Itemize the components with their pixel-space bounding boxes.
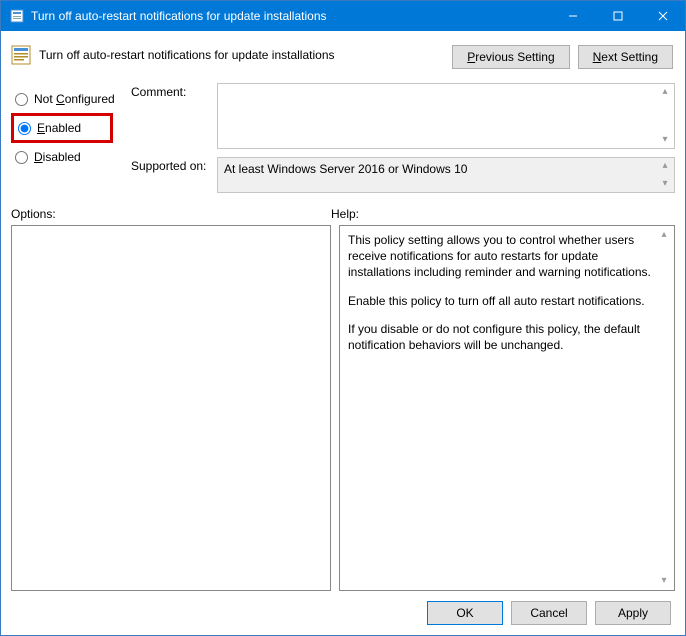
policy-large-icon	[11, 45, 31, 65]
policy-icon	[9, 8, 25, 24]
options-pane	[11, 225, 331, 591]
help-paragraph: This policy setting allows you to contro…	[348, 232, 656, 281]
ok-button[interactable]: OK	[427, 601, 503, 625]
maximize-button[interactable]	[595, 1, 640, 31]
help-paragraph: If you disable or do not configure this …	[348, 321, 656, 353]
options-label: Options:	[11, 207, 331, 221]
comment-textarea[interactable]: ▴▾	[217, 83, 675, 149]
radio-not-configured-label: Not Configured	[34, 92, 115, 106]
radio-enabled-label: Enabled	[37, 121, 81, 135]
state-radio-group: Not Configured Enabled Disabled	[11, 83, 131, 193]
radio-not-configured[interactable]: Not Configured	[11, 87, 131, 111]
supported-on-label: Supported on:	[131, 157, 211, 173]
radio-not-configured-input[interactable]	[15, 93, 28, 106]
radio-enabled[interactable]: Enabled	[11, 113, 113, 143]
help-text: This policy setting allows you to contro…	[348, 232, 656, 353]
radio-disabled[interactable]: Disabled	[11, 145, 131, 169]
dialog-footer: OK Cancel Apply	[11, 591, 675, 625]
dialog-body: Turn off auto-restart notifications for …	[1, 31, 685, 635]
radio-disabled-label: Disabled	[34, 150, 81, 164]
radio-disabled-input[interactable]	[15, 151, 28, 164]
comment-label: Comment:	[131, 83, 211, 99]
window-title: Turn off auto-restart notifications for …	[31, 9, 550, 23]
dialog-window: Turn off auto-restart notifications for …	[0, 0, 686, 636]
comment-scrollbar[interactable]: ▴▾	[657, 85, 673, 147]
help-pane: This policy setting allows you to contro…	[339, 225, 675, 591]
page-title: Turn off auto-restart notifications for …	[39, 48, 335, 62]
supported-scrollbar: ▴▾	[657, 159, 673, 191]
help-paragraph: Enable this policy to turn off all auto …	[348, 293, 656, 309]
apply-button[interactable]: Apply	[595, 601, 671, 625]
titlebar: Turn off auto-restart notifications for …	[1, 1, 685, 31]
supported-on-box: At least Windows Server 2016 or Windows …	[217, 157, 675, 193]
radio-enabled-input[interactable]	[18, 122, 31, 135]
cancel-button[interactable]: Cancel	[511, 601, 587, 625]
supported-on-value: At least Windows Server 2016 or Windows …	[224, 162, 467, 176]
previous-setting-button[interactable]: Previous Setting	[452, 45, 569, 69]
close-button[interactable]	[640, 1, 685, 31]
help-scrollbar[interactable]: ▴▾	[656, 228, 672, 588]
window-controls	[550, 1, 685, 31]
next-setting-button[interactable]: Next Setting	[578, 45, 673, 69]
help-label: Help:	[331, 207, 359, 221]
minimize-button[interactable]	[550, 1, 595, 31]
